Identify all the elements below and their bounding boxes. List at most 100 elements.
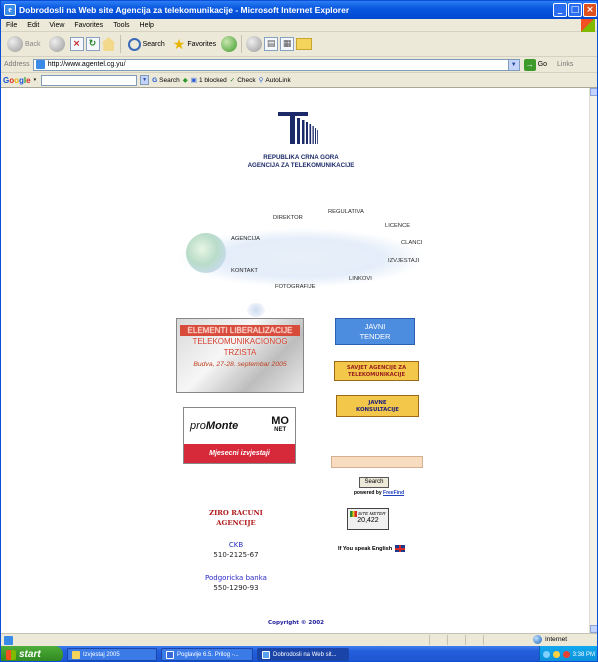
taskbar: start Izvjestaj 2005 Poglavlje 6.5. Pril… [1, 646, 597, 661]
taskbar-item-poglavlje[interactable]: Poglavlje 6.5. Prilog -... [161, 648, 253, 661]
start-button[interactable]: start [1, 646, 63, 661]
refresh-icon[interactable]: ↻ [85, 37, 100, 51]
menu-view[interactable]: View [44, 22, 69, 29]
nav-link-regulativa[interactable]: REGULATIVA [328, 209, 364, 215]
magnifier-icon: ⚲ [258, 77, 264, 84]
menu-favorites[interactable]: Favorites [69, 22, 108, 29]
public-consultations-button[interactable]: JAVNE KONSULTACIJE [336, 395, 419, 417]
check-label: Check [237, 76, 256, 84]
stop-icon[interactable]: × [69, 37, 84, 51]
scroll-down-arrow-icon[interactable] [590, 625, 597, 633]
forward-button[interactable] [46, 36, 68, 52]
nav-link-fotografije[interactable]: FOTOGRAFIJE [275, 284, 315, 290]
autolink-button[interactable]: ⚲ AutoLink [258, 76, 291, 85]
volume-icon[interactable] [552, 651, 560, 658]
autolink-label: AutoLink [265, 76, 291, 84]
favorites-button[interactable]: ★ Favorites [170, 37, 219, 51]
home-icon[interactable] [101, 37, 116, 51]
toolbar-separator [119, 35, 121, 53]
banner-line-2: TELEKOMUNIKACIONOG [192, 337, 288, 346]
nav-link-clanci[interactable]: CLANCI [401, 240, 422, 246]
menu-help[interactable]: Help [135, 22, 159, 29]
nav-link-linkovi[interactable]: LINKOVI [349, 276, 372, 282]
nav-link-kontakt[interactable]: KONTAKT [231, 268, 258, 274]
site-search-button[interactable]: Search [359, 477, 389, 488]
search-label: Search [142, 40, 165, 48]
site-search-input[interactable] [331, 456, 423, 468]
back-label: Back [25, 40, 41, 48]
forward-arrow-icon [48, 36, 65, 52]
taskbar-item-browser[interactable]: Dobrodosli na Web sit... [257, 648, 349, 661]
clock[interactable]: 3:38 PM [573, 652, 595, 658]
english-version-link[interactable]: If You speak English [338, 545, 406, 552]
status-divider [447, 635, 448, 645]
bank-accounts-heading: ZIRO RACUNI AGENCIJE [196, 508, 276, 528]
org-line-1: REPUBLIKA CRNA GORA [263, 154, 339, 161]
minimize-button[interactable]: _ [553, 3, 567, 17]
nav-link-izvjestaji[interactable]: IZVJESTAJI [388, 258, 419, 264]
decorative-glow [247, 303, 265, 317]
bank-podgoricka: Podgoricka banka 550-1290-93 [186, 573, 286, 593]
go-label: Go [537, 61, 548, 68]
edit-icon[interactable]: ▦ [280, 37, 295, 51]
window-controls: _ □ × [553, 3, 597, 17]
chevron-down-icon[interactable]: ▾ [34, 77, 37, 83]
page-done-icon [4, 635, 13, 645]
menu-tools[interactable]: Tools [108, 22, 134, 29]
print-icon[interactable]: ▤ [264, 37, 279, 51]
agency-council-button[interactable]: SAVJET AGENCIJE ZA TELEKOMUNIKACIJE [334, 361, 419, 381]
chevron-down-icon[interactable]: ▼ [507, 59, 519, 70]
site-meter-badge[interactable]: SITE METER 20,422 [347, 508, 389, 530]
links-button[interactable]: Links [557, 61, 573, 68]
nav-link-agencija[interactable]: AGENCIJA [231, 236, 260, 242]
menu-file[interactable]: File [1, 22, 22, 29]
task-label: Poglavlje 6.5. Prilog -... [177, 651, 239, 658]
antivirus-icon[interactable] [562, 651, 570, 658]
banner-line-1: ELEMENTI LIBERALIZACIJE [180, 325, 300, 336]
back-button[interactable]: Back [4, 36, 44, 52]
google-search-button[interactable]: G Search [152, 77, 180, 84]
history-icon[interactable] [221, 36, 238, 52]
scroll-up-arrow-icon[interactable] [590, 88, 597, 96]
tender-line-1: JAVNI [364, 322, 386, 331]
popup-blocker-button[interactable]: ▣ 1 blocked [191, 76, 227, 85]
back-arrow-icon [7, 36, 23, 52]
search-icon [127, 37, 141, 51]
google-logo[interactable]: Google [3, 76, 31, 85]
search-button[interactable]: Search [125, 37, 168, 51]
uk-flag-icon [395, 545, 406, 552]
public-tender-button[interactable]: JAVNI TENDER [335, 318, 415, 345]
ziro-line-1: ZIRO RACUNI [209, 509, 263, 517]
consult-line-1: JAVNE [368, 400, 387, 406]
vertical-scrollbar[interactable] [589, 88, 597, 633]
network-icon[interactable] [542, 651, 550, 658]
status-bar: Internet [1, 633, 597, 646]
menu-edit[interactable]: Edit [22, 22, 44, 29]
title-bar: e Dobrodosli na Web site Agencija za tel… [1, 1, 597, 19]
freefind-link[interactable]: FreeFind [383, 490, 404, 496]
toolbar-separator [241, 35, 243, 53]
nav-link-direktor[interactable]: DIREKTOR [273, 215, 303, 221]
taskbar-item-izvjestaj[interactable]: Izvjestaj 2005 [67, 648, 157, 661]
pagerank-icon[interactable]: ◆ [183, 76, 188, 84]
nav-link-licence[interactable]: LICENCE [385, 223, 410, 229]
ie-icon [262, 650, 270, 659]
folder-icon[interactable] [296, 38, 313, 50]
english-label: If You speak English [338, 545, 393, 552]
close-button[interactable]: × [583, 3, 597, 17]
mail-icon[interactable] [246, 36, 263, 52]
chevron-down-icon[interactable]: ▼ [140, 75, 150, 85]
google-toolbar: Google ▾ ▼ G Search ◆ ▣ 1 blocked ✓ Chec… [1, 73, 597, 88]
maximize-button[interactable]: □ [568, 3, 582, 17]
liberalization-banner[interactable]: ELEMENTI LIBERALIZACIJE TELEKOMUNIKACION… [176, 318, 304, 393]
blocked-label: 1 blocked [198, 76, 227, 84]
promonte-banner[interactable]: proMonte MO NET Mjesecni izvjestaji [183, 407, 296, 464]
address-input[interactable]: http://www.agentel.cg.yu/ ▼ [32, 58, 520, 71]
council-line-2: TELEKOMUNIKACIJE [347, 372, 406, 378]
bank-name: CKB [228, 541, 244, 549]
spellcheck-button[interactable]: ✓ Check [230, 76, 256, 85]
go-button[interactable]: → Go [523, 58, 548, 71]
google-search-input[interactable] [41, 74, 138, 86]
address-label: Address [4, 61, 30, 68]
page-icon [35, 60, 45, 69]
